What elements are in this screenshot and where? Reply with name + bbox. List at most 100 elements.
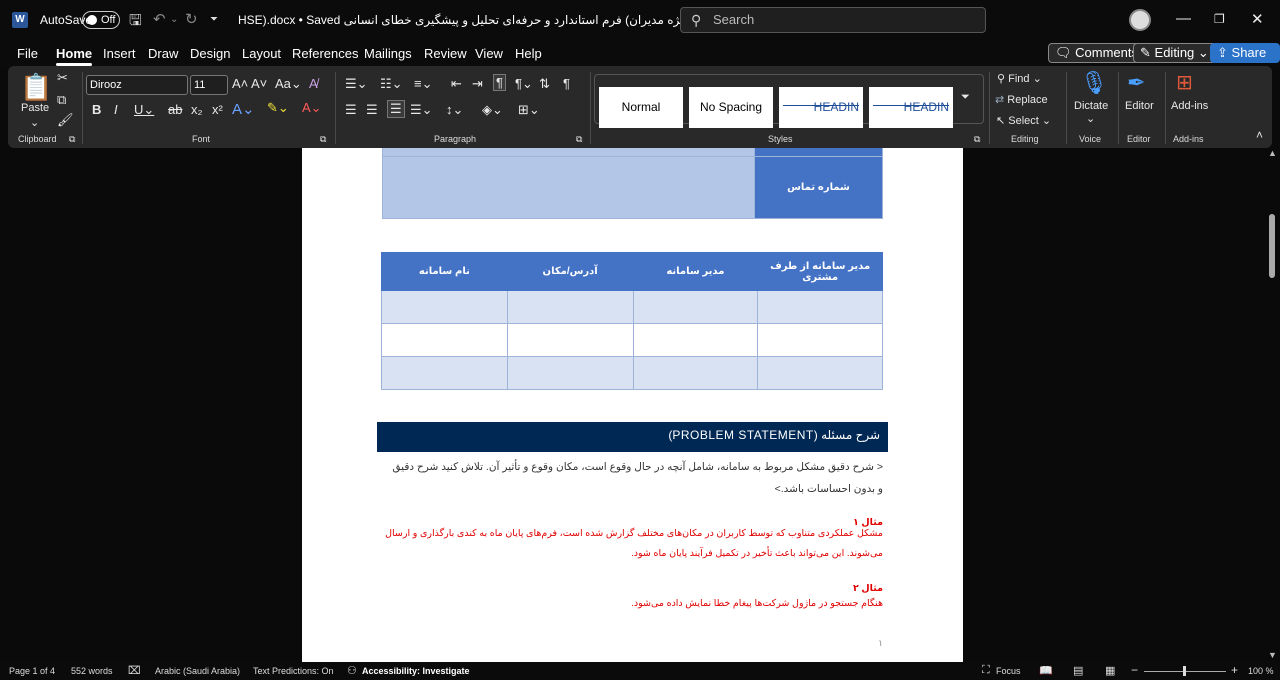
- style-normal[interactable]: Normal: [599, 87, 683, 128]
- proofing-icon[interactable]: ⌧: [128, 664, 141, 677]
- align-right-icon[interactable]: ☰: [387, 100, 405, 118]
- zoom-in-icon[interactable]: +: [1231, 663, 1238, 677]
- table-cell[interactable]: [381, 290, 508, 324]
- decrease-indent-icon[interactable]: ⇤: [451, 76, 462, 92]
- subscript-icon[interactable]: x₂: [191, 102, 203, 117]
- borders-icon[interactable]: ⊞⌄: [518, 102, 540, 118]
- bullets-icon[interactable]: ☰⌄: [345, 76, 368, 92]
- tab-home[interactable]: Home: [56, 46, 93, 66]
- tab-insert[interactable]: Insert: [103, 46, 136, 61]
- tab-view[interactable]: View: [475, 46, 503, 61]
- superscript-icon[interactable]: x²: [212, 102, 223, 117]
- cut-icon[interactable]: ✂: [57, 70, 68, 86]
- strikethrough-icon[interactable]: ab: [168, 102, 182, 117]
- format-painter-icon[interactable]: 🖌: [57, 112, 74, 128]
- bold-icon[interactable]: B: [92, 102, 101, 117]
- table-cell[interactable]: [757, 356, 883, 390]
- rtl-direction-icon[interactable]: ¶⌄: [515, 76, 533, 92]
- editor-button[interactable]: Editor: [1125, 100, 1154, 112]
- document-page[interactable]: شماره تماس مدیر سامانه از طرف مشتری مدیر…: [302, 148, 963, 662]
- table-cell[interactable]: [382, 148, 755, 157]
- font-color-icon[interactable]: A⌄: [302, 100, 322, 116]
- close-icon[interactable]: ✕: [1251, 10, 1264, 28]
- select-button[interactable]: ↖ Select ⌄: [996, 114, 1051, 127]
- table-cell[interactable]: [632, 356, 759, 390]
- underline-icon[interactable]: U⌄: [134, 102, 154, 118]
- minimize-icon[interactable]: —: [1176, 10, 1191, 27]
- paragraph-launcher-icon[interactable]: ⧉: [576, 134, 582, 145]
- table-cell[interactable]: [506, 323, 634, 357]
- contact-number-value[interactable]: [382, 156, 755, 219]
- microphone-icon[interactable]: 🎙: [1080, 70, 1108, 96]
- line-spacing-icon[interactable]: ↕⌄: [446, 102, 463, 118]
- style-heading-2[interactable]: HEADIN: [869, 87, 953, 128]
- dictate-dropdown-icon[interactable]: ⌄: [1086, 112, 1095, 125]
- increase-indent-icon[interactable]: ⇥: [472, 76, 483, 92]
- dictate-button[interactable]: Dictate: [1074, 100, 1108, 112]
- table-cell[interactable]: [757, 323, 883, 357]
- tab-review[interactable]: Review: [424, 46, 467, 61]
- table-cell[interactable]: [632, 323, 759, 357]
- numbering-icon[interactable]: ☷⌄: [380, 76, 403, 92]
- save-icon[interactable]: 🖫: [129, 10, 142, 35]
- font-size-box[interactable]: 11: [190, 75, 228, 95]
- justify-icon[interactable]: ☰⌄: [410, 102, 433, 118]
- sort-icon[interactable]: ⇅: [539, 76, 550, 92]
- clipboard-launcher-icon[interactable]: ⧉: [69, 134, 75, 145]
- style-no-spacing[interactable]: No Spacing: [689, 87, 773, 128]
- italic-icon[interactable]: I: [114, 102, 118, 117]
- share-button[interactable]: ⇪ Share ⌄: [1210, 43, 1280, 78]
- scroll-thumb[interactable]: [1269, 214, 1275, 278]
- addins-icon[interactable]: ⊞: [1176, 70, 1193, 95]
- table-cell[interactable]: [754, 148, 883, 157]
- zoom-slider-thumb[interactable]: [1183, 666, 1186, 676]
- tab-references[interactable]: References: [292, 46, 358, 61]
- word-count[interactable]: 552 words: [71, 666, 113, 676]
- shrink-font-icon[interactable]: A˅: [251, 76, 267, 91]
- align-left-icon[interactable]: ☰: [345, 102, 357, 118]
- avatar[interactable]: [1129, 9, 1151, 31]
- tab-layout[interactable]: Layout: [242, 46, 281, 61]
- font-launcher-icon[interactable]: ⧉: [320, 134, 326, 145]
- undo-dropdown-icon[interactable]: ⌄: [170, 14, 178, 25]
- clear-formatting-icon[interactable]: A̸: [309, 76, 318, 91]
- show-formatting-icon[interactable]: ¶: [563, 76, 570, 91]
- tab-help[interactable]: Help: [515, 46, 542, 61]
- redo-icon[interactable]: ↻: [185, 10, 198, 28]
- change-case-icon[interactable]: Aa⌄: [275, 76, 302, 92]
- print-layout-icon[interactable]: ▤: [1073, 664, 1083, 677]
- search-box[interactable]: ⚲ Search: [680, 7, 986, 33]
- style-heading-1[interactable]: HEADIN: [779, 87, 863, 128]
- paste-dropdown-icon[interactable]: ⌄: [30, 116, 39, 129]
- table-cell[interactable]: [506, 290, 634, 324]
- comments-button[interactable]: 🗨 Comments: [1048, 43, 1145, 63]
- styles-expand-icon[interactable]: ⏷: [961, 91, 970, 104]
- undo-icon[interactable]: ↶: [153, 10, 166, 28]
- read-mode-icon[interactable]: 📖: [1039, 664, 1053, 677]
- accessibility-status[interactable]: Accessibility: Investigate: [362, 666, 470, 676]
- zoom-level[interactable]: 100 %: [1248, 666, 1274, 676]
- tab-design[interactable]: Design: [190, 46, 230, 61]
- text-effects-icon[interactable]: A⌄: [232, 100, 255, 118]
- tab-draw[interactable]: Draw: [148, 46, 178, 61]
- grow-font-icon[interactable]: A˄: [232, 76, 248, 91]
- editing-mode-button[interactable]: ✎ Editing ⌄: [1133, 43, 1216, 63]
- table-cell[interactable]: [381, 323, 508, 357]
- editor-icon[interactable]: ✒: [1127, 70, 1145, 96]
- collapse-ribbon-icon[interactable]: ˄: [1256, 128, 1263, 142]
- text-predictions-status[interactable]: Text Predictions: On: [253, 666, 334, 676]
- customize-qat-icon[interactable]: ⏷: [210, 14, 218, 25]
- maximize-icon[interactable]: ❐: [1214, 12, 1225, 26]
- replace-button[interactable]: ⇄ Replace: [995, 93, 1048, 106]
- tab-mailings[interactable]: Mailings: [364, 46, 412, 61]
- copy-icon[interactable]: ⧉: [57, 92, 66, 108]
- font-name-box[interactable]: Dirooz: [86, 75, 188, 95]
- paste-icon[interactable]: 📋: [20, 72, 52, 103]
- styles-launcher-icon[interactable]: ⧉: [974, 134, 980, 145]
- find-button[interactable]: ⚲ Find ⌄: [997, 72, 1042, 85]
- table-cell[interactable]: [757, 290, 883, 324]
- focus-button[interactable]: Focus: [996, 666, 1021, 676]
- scroll-down-icon[interactable]: ▼: [1268, 650, 1277, 660]
- shading-icon[interactable]: ◈⌄: [482, 102, 503, 118]
- document-title[interactable]: HSE).docx • Saved ویژه مدیران) فرم استان…: [238, 13, 689, 27]
